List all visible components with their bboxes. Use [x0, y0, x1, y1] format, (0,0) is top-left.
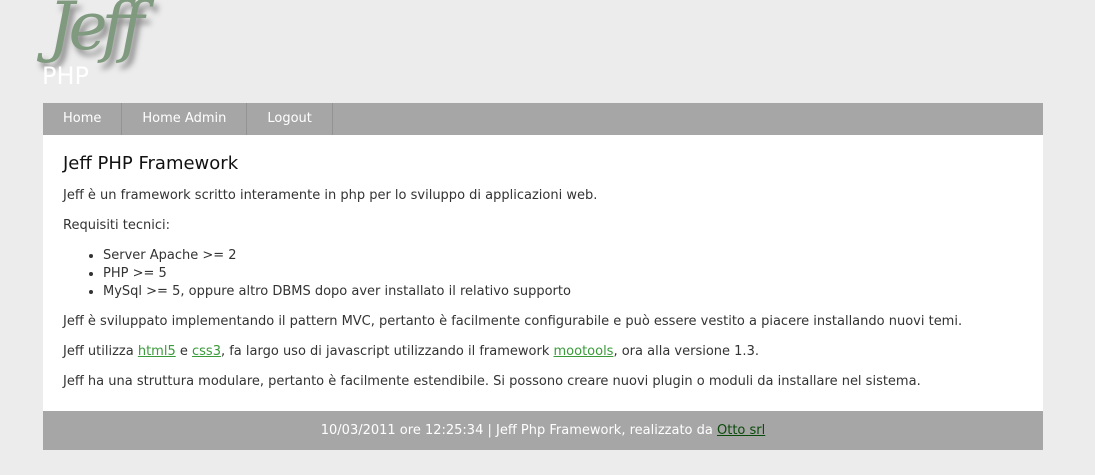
- requirements-list: Server Apache >= 2 PHP >= 5 MySql >= 5, …: [63, 247, 1023, 301]
- main-content: Jeff PHP Framework Jeff è un framework s…: [43, 135, 1043, 411]
- requirement-item-php: PHP >= 5: [103, 265, 1023, 283]
- logo-php-text: PHP: [42, 62, 89, 90]
- footer-text: 10/03/2011 ore 12:25:34 | Jeff Php Frame…: [320, 423, 717, 438]
- mvc-paragraph: Jeff è sviluppato implementando il patte…: [63, 314, 963, 329]
- main-nav: Home Home Admin Logout: [43, 103, 1043, 135]
- mootools-link[interactable]: mootools: [554, 344, 614, 359]
- requirement-item-mysql: MySql >= 5, oppure altro DBMS dopo aver …: [103, 283, 1023, 301]
- uses-paragraph: Jeff utilizza html5 e css3, fa largo uso…: [63, 343, 1023, 361]
- logo-script-text: Jeff: [48, 0, 144, 65]
- uses-suffix: , ora alla versione 1.3.: [613, 344, 759, 359]
- requirements-heading: Requisiti tecnici:: [63, 218, 171, 233]
- uses-middle: , fa largo uso di javascript utilizzando…: [220, 344, 554, 359]
- html5-link[interactable]: html5: [138, 344, 176, 359]
- intro-paragraph: Jeff è un framework scritto interamente …: [63, 188, 598, 203]
- modular-paragraph: Jeff ha una struttura modulare, pertanto…: [63, 374, 921, 389]
- footer: 10/03/2011 ore 12:25:34 | Jeff Php Frame…: [43, 411, 1043, 450]
- uses-and: e: [175, 344, 192, 359]
- css3-link[interactable]: css3: [192, 344, 221, 359]
- page-title: Jeff PHP Framework: [63, 153, 239, 174]
- site-logo[interactable]: Jeff PHP: [42, 0, 202, 100]
- page: Jeff PHP Home Home Admin Logout Jeff PHP…: [0, 0, 1095, 475]
- nav-item-home[interactable]: Home: [43, 103, 123, 135]
- requirement-item-apache: Server Apache >= 2: [103, 247, 1023, 265]
- uses-prefix: Jeff utilizza: [63, 344, 138, 359]
- nav-item-logout[interactable]: Logout: [247, 103, 333, 135]
- nav-item-home-admin[interactable]: Home Admin: [122, 103, 248, 135]
- footer-otto-link[interactable]: Otto srl: [717, 423, 765, 438]
